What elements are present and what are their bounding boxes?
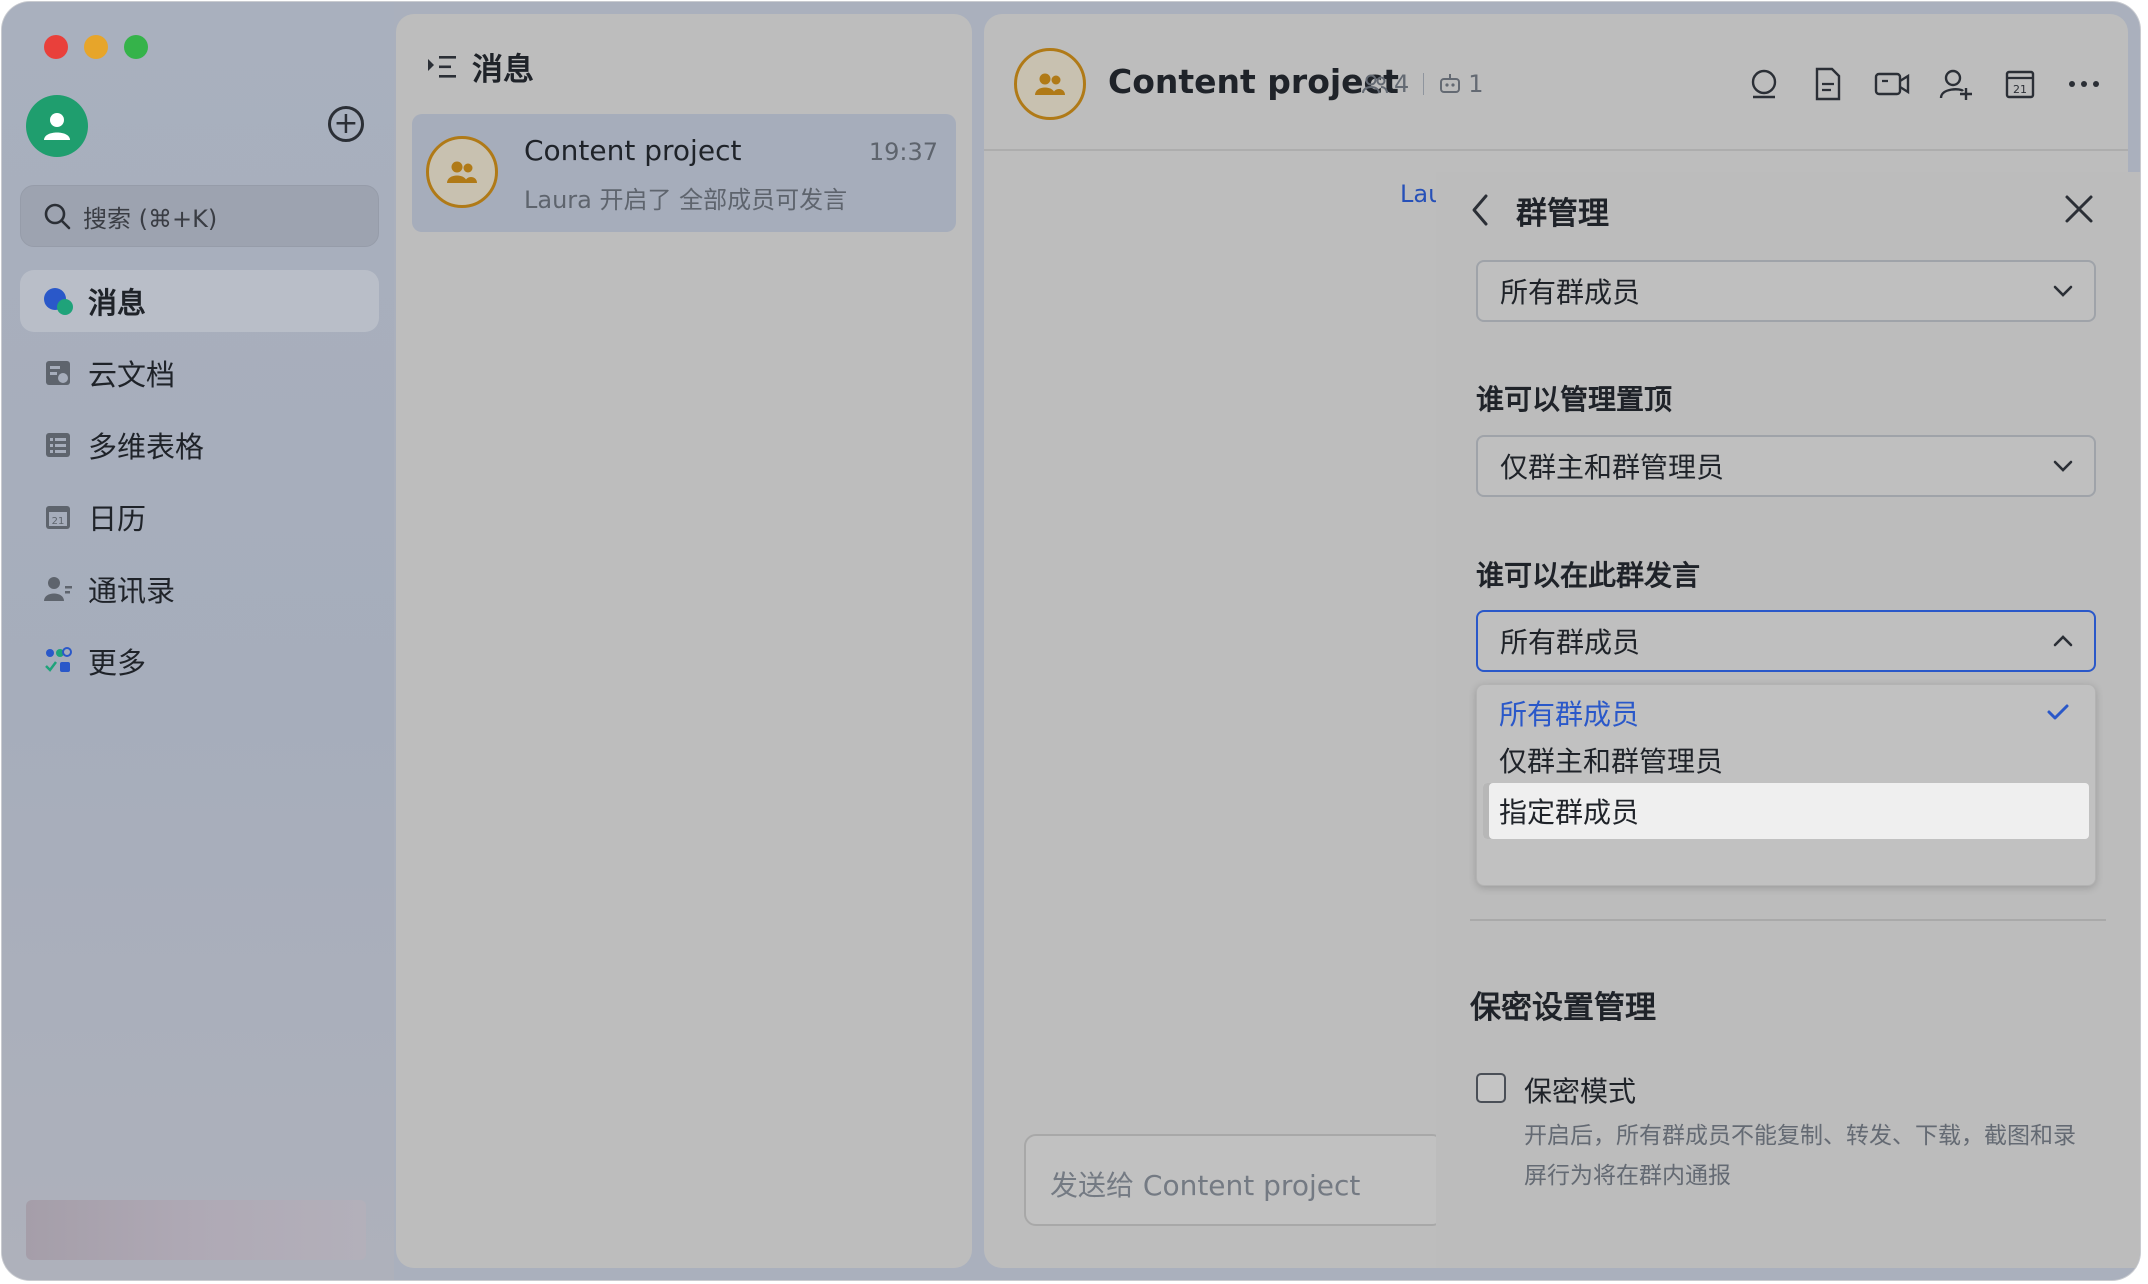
contacts-icon xyxy=(42,573,74,605)
chat-list-header: 消息 xyxy=(426,44,534,89)
message-input[interactable]: 发送给 Content project xyxy=(1024,1134,1444,1226)
chat-list-title: 消息 xyxy=(472,52,534,88)
bot-count: 1 xyxy=(1468,70,1484,98)
sidebar-item-messages[interactable]: 消息 xyxy=(20,270,379,332)
speak-permission-dropdown: 所有群成员 仅群主和群管理员 指定群成员 xyxy=(1476,684,2096,886)
document-icon[interactable] xyxy=(1808,64,1848,104)
speak-permission-label: 谁可以在此群发言 xyxy=(1476,559,1701,592)
group-icon xyxy=(447,161,477,183)
select-value: 仅群主和群管理员 xyxy=(1500,451,1725,484)
video-call-icon[interactable] xyxy=(1872,64,1912,104)
option-label: 所有群成员 xyxy=(1499,698,1640,731)
user-avatar[interactable] xyxy=(26,95,88,157)
permission-select[interactable]: 所有群成员 xyxy=(1476,260,2096,322)
chat-time: 19:37 xyxy=(868,138,938,166)
select-value: 所有群成员 xyxy=(1500,626,1641,659)
sidebar-item-more[interactable]: 更多 xyxy=(20,630,379,692)
chat-list-panel: 消息 Content project 19:37 Laura 开启了 全部成员可… xyxy=(396,14,972,1268)
sidebar-item-cloud-docs[interactable]: 云文档 xyxy=(20,342,379,404)
secret-mode-label: 保密模式 xyxy=(1524,1075,1637,1108)
chevron-up-icon xyxy=(2053,635,2073,647)
option-owner-and-admins[interactable]: 仅群主和群管理员 xyxy=(1483,732,2089,788)
sidebar-item-base[interactable]: 多维表格 xyxy=(20,414,379,476)
pin-permission-label: 谁可以管理置顶 xyxy=(1476,383,1673,416)
select-value: 所有群成员 xyxy=(1500,276,1641,309)
chat-toolbar: 21 xyxy=(1720,64,2104,104)
more-options-icon[interactable] xyxy=(2064,64,2104,104)
sidebar-item-label: 日历 xyxy=(88,502,147,536)
option-specified-members[interactable]: 指定群成员 xyxy=(1483,783,2089,839)
message-input-placeholder: 发送给 Content project xyxy=(1050,1169,1361,1202)
sidebar-item-label: 云文档 xyxy=(88,358,176,392)
minimize-window-button[interactable] xyxy=(84,35,108,59)
sidebar-item-calendar[interactable]: 21 日历 xyxy=(20,486,379,548)
messages-icon xyxy=(42,285,74,317)
panel-title: 群管理 xyxy=(1516,196,1609,232)
close-window-button[interactable] xyxy=(44,35,68,59)
secret-mode-checkbox[interactable] xyxy=(1476,1073,1506,1103)
pin-permission-select[interactable]: 仅群主和群管理员 xyxy=(1476,435,2096,497)
chat-list-item[interactable]: Content project 19:37 Laura 开启了 全部成员可发言 xyxy=(412,114,956,232)
sidebar-item-contacts[interactable]: 通讯录 xyxy=(20,558,379,620)
member-count: 4 xyxy=(1394,70,1410,98)
search-icon xyxy=(44,203,71,230)
sidebar-item-label: 通讯录 xyxy=(88,574,176,608)
group-icon xyxy=(1035,73,1065,95)
calendar-event-icon[interactable]: 21 xyxy=(2000,64,2040,104)
chat-meta: 4 1 xyxy=(1362,70,1484,98)
maximize-window-button[interactable] xyxy=(124,35,148,59)
members-icon[interactable] xyxy=(1362,73,1388,95)
calendar-icon: 21 xyxy=(42,501,74,533)
svg-text:21: 21 xyxy=(2013,83,2027,96)
meta-divider xyxy=(1423,73,1425,95)
checkmark-icon xyxy=(2047,704,2069,720)
chevron-down-icon xyxy=(2053,460,2073,472)
sidebar: + 搜索 (⌘+K) 消息 云文档 多维表格 21 日历 通讯录 更多 xyxy=(2,2,394,1280)
sidebar-item-label: 消息 xyxy=(88,286,147,320)
group-avatar[interactable] xyxy=(1014,48,1086,120)
blurred-account-bar xyxy=(26,1200,366,1260)
chat-name: Content project xyxy=(524,134,742,167)
chat-header: Content project 4 1 21 xyxy=(984,14,2128,151)
group-avatar xyxy=(426,136,498,208)
option-label: 仅群主和群管理员 xyxy=(1499,745,1724,778)
chat-preview: Laura 开启了 全部成员可发言 xyxy=(524,186,848,214)
base-table-icon xyxy=(42,429,74,461)
secret-mode-description: 开启后，所有群成员不能复制、转发、下载，截图和录屏行为将在群内通报 xyxy=(1524,1123,2076,1189)
group-management-panel: 群管理 所有群成员 谁可以管理置顶 仅群主和群管理员 谁可以在此群发言 所有群成… xyxy=(1436,172,2140,1268)
svg-text:21: 21 xyxy=(52,516,65,527)
back-icon[interactable] xyxy=(1466,190,1494,230)
cloud-docs-icon xyxy=(42,357,74,389)
section-divider xyxy=(1470,919,2106,921)
more-apps-icon xyxy=(42,645,74,677)
speak-permission-select[interactable]: 所有群成员 xyxy=(1476,610,2096,672)
option-label: 指定群成员 xyxy=(1499,796,1640,829)
security-section-title: 保密设置管理 xyxy=(1470,990,1656,1026)
add-icon[interactable]: + xyxy=(328,106,364,142)
sidebar-item-label: 多维表格 xyxy=(88,430,205,464)
search-input[interactable]: 搜索 (⌘+K) xyxy=(20,185,379,247)
bot-icon[interactable] xyxy=(1438,73,1462,95)
user-icon xyxy=(44,113,70,140)
sidebar-item-label: 更多 xyxy=(88,646,147,680)
app-window: + 搜索 (⌘+K) 消息 云文档 多维表格 21 日历 通讯录 更多 消息 C… xyxy=(2,2,2140,1280)
search-chat-icon[interactable] xyxy=(1744,64,1784,104)
search-placeholder: 搜索 (⌘+K) xyxy=(83,204,218,233)
chevron-down-icon xyxy=(2053,285,2073,297)
collapse-list-icon[interactable] xyxy=(426,53,458,81)
close-icon[interactable] xyxy=(2062,192,2096,226)
chat-title: Content project xyxy=(1108,62,1399,101)
add-member-icon[interactable] xyxy=(1936,64,1976,104)
